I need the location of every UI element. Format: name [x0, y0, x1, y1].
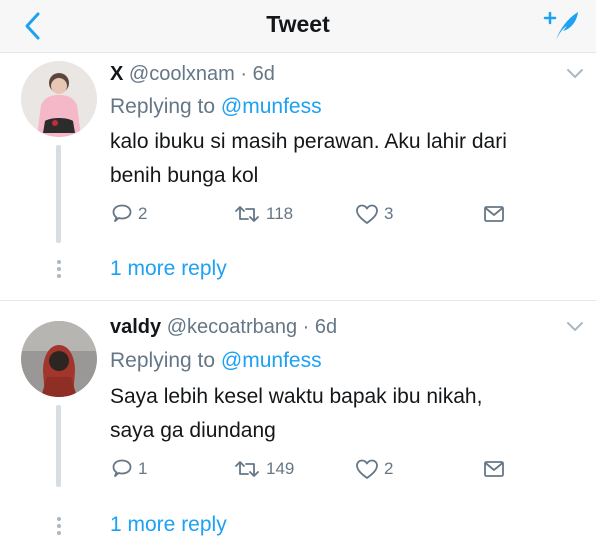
more-replies-link[interactable]: 1 more reply	[110, 257, 227, 281]
tweet-text-line: saya ga diundang	[110, 419, 276, 442]
chevron-down-icon[interactable]	[566, 321, 584, 333]
page-title: Tweet	[266, 11, 330, 37]
replying-to-mention[interactable]: @munfess	[221, 349, 322, 372]
reply-icon	[112, 204, 132, 222]
chevron-down-icon[interactable]	[566, 68, 584, 80]
direct-message-button[interactable]	[482, 455, 506, 483]
reply-button[interactable]: 1	[110, 455, 147, 483]
tweet-time: · 6d	[240, 63, 275, 85]
like-button[interactable]: 3	[354, 200, 393, 228]
compose-tweet-icon	[543, 11, 578, 40]
replying-to: Replying to @munfess	[110, 95, 322, 119]
reply-button[interactable]: 2	[110, 200, 147, 228]
more-replies-dots-icon	[56, 517, 61, 538]
tweet-text-line: kalo ibuku si masih perawan. Aku lahir d…	[110, 130, 507, 153]
tweet-actions: 2 118 3	[110, 200, 530, 228]
display-name[interactable]: valdy	[110, 316, 161, 338]
thread-line	[56, 145, 61, 243]
reply-count: 2	[138, 204, 148, 223]
reply-icon	[112, 459, 132, 477]
replying-prefix: Replying to	[110, 349, 221, 372]
retweet-button[interactable]: 149	[232, 455, 294, 483]
avatar[interactable]	[21, 321, 97, 397]
tweet-actions: 1 149 2	[110, 455, 530, 483]
replying-prefix: Replying to	[110, 95, 221, 118]
thread-line	[56, 405, 61, 487]
reply-tweet[interactable]: X @coolxnam · 6d Replying to @munfess ka…	[0, 53, 596, 301]
tweet-author: valdy @kecoatrbang · 6d	[110, 316, 337, 339]
retweet-icon	[235, 461, 259, 477]
user-handle[interactable]: @kecoatrbang	[167, 316, 297, 338]
reply-count: 1	[138, 459, 148, 478]
display-name[interactable]: X	[110, 63, 123, 85]
tweet-text: kalo ibuku si masih perawan. Aku lahir d…	[110, 125, 580, 193]
envelope-icon	[484, 206, 504, 222]
like-button[interactable]: 2	[354, 455, 393, 483]
tweet-author: X @coolxnam · 6d	[110, 63, 275, 86]
tweet-text-line: Saya lebih kesel waktu bapak ibu nikah,	[110, 385, 483, 408]
replying-to-mention[interactable]: @munfess	[221, 95, 322, 118]
retweet-count: 149	[266, 459, 295, 478]
more-replies-link[interactable]: 1 more reply	[110, 513, 227, 537]
retweet-icon	[235, 206, 259, 222]
like-count: 2	[384, 459, 394, 478]
direct-message-button[interactable]	[482, 200, 506, 228]
tweet-time: · 6d	[302, 316, 338, 338]
retweet-button[interactable]: 118	[232, 200, 293, 228]
retweet-count: 118	[266, 204, 294, 223]
reply-tweet[interactable]: valdy @kecoatrbang · 6d Replying to @mun…	[0, 301, 596, 539]
replying-to: Replying to @munfess	[110, 349, 322, 373]
avatar[interactable]	[21, 61, 97, 137]
envelope-icon	[484, 461, 504, 477]
heart-icon	[356, 204, 378, 224]
tweet-text: Saya lebih kesel waktu bapak ibu nikah, …	[110, 380, 580, 448]
tweet-text-line: benih bunga kol	[110, 164, 259, 187]
top-bar: Tweet	[0, 0, 596, 53]
more-replies-dots-icon	[56, 260, 61, 281]
heart-icon	[356, 459, 378, 479]
compose-tweet-button[interactable]	[542, 7, 582, 43]
user-handle[interactable]: @coolxnam	[129, 63, 235, 85]
like-count: 3	[384, 204, 394, 223]
